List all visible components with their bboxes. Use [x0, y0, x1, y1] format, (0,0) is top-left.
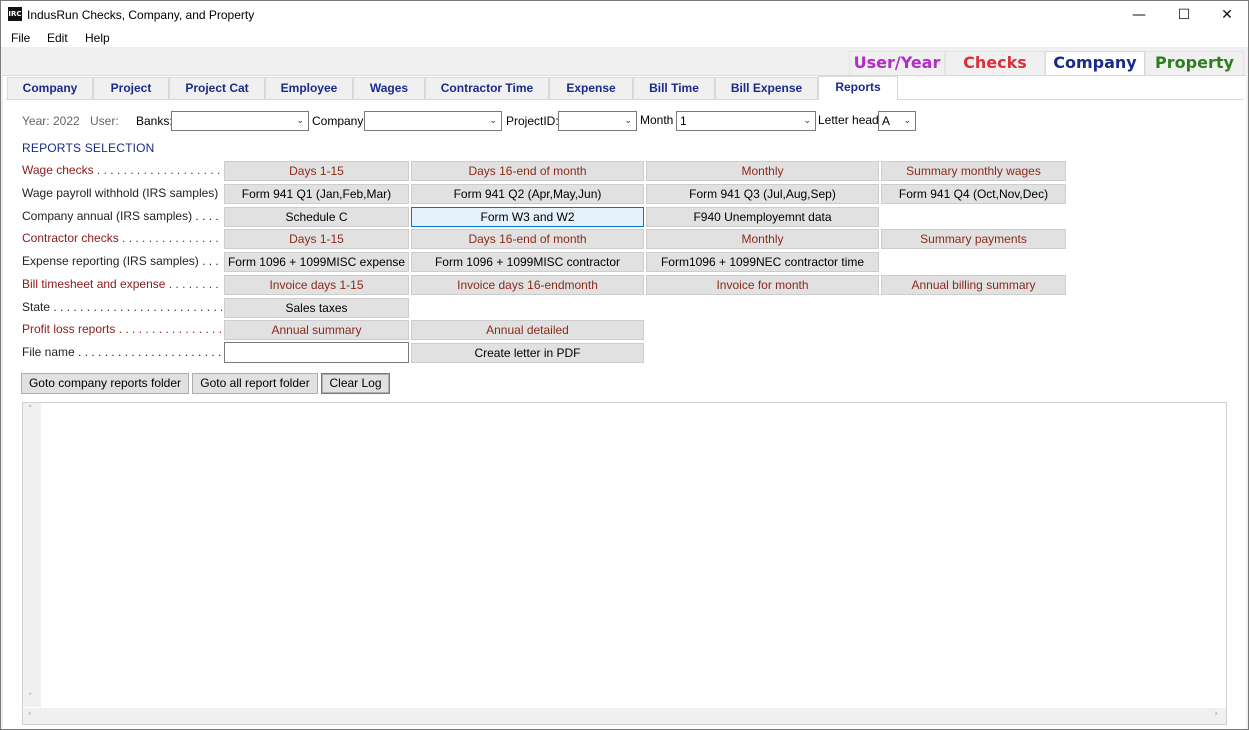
summary-payments-button[interactable]: Summary payments [881, 229, 1066, 249]
subtab-bill-time[interactable]: Bill Time [633, 77, 715, 99]
project-id-select[interactable]: ⌄ [558, 111, 637, 131]
f940-unemployment-button[interactable]: F940 Unemployemnt data [646, 207, 879, 227]
title-bar: IRC IndusRun Checks, Company, and Proper… [1, 1, 1248, 29]
wage-monthly-button[interactable]: Monthly [646, 161, 879, 181]
subtab-contractor-time[interactable]: Contractor Time [425, 77, 549, 99]
subtab-reports[interactable]: Reports [818, 76, 898, 100]
form-1096-1099nec-button[interactable]: Form1096 + 1099NEC contractor time [646, 252, 879, 272]
scroll-left-icon[interactable]: ‹ [28, 709, 32, 719]
form-941-q1-button[interactable]: Form 941 Q1 (Jan,Feb,Mar) [224, 184, 409, 204]
subtab-project-cat[interactable]: Project Cat [169, 77, 265, 99]
contractor-days-16-end-button[interactable]: Days 16-end of month [411, 229, 644, 249]
menu-bar: File Edit Help [1, 29, 1248, 47]
minimize-icon[interactable]: — [1116, 1, 1162, 29]
app-logo-icon: IRC [8, 7, 22, 21]
subtab-wages[interactable]: Wages [353, 77, 425, 99]
main-area: User/Year Checks Company Property Compan… [1, 47, 1248, 729]
wage-days-1-15-button[interactable]: Days 1-15 [224, 161, 409, 181]
user-label: User: [90, 114, 119, 128]
wage-days-16-end-button[interactable]: Days 16-end of month [411, 161, 644, 181]
subtab-expense[interactable]: Expense [549, 77, 633, 99]
file-name-input[interactable] [224, 342, 409, 363]
tab-property[interactable]: Property [1145, 51, 1244, 75]
company-select[interactable]: ⌄ [364, 111, 502, 131]
contractor-monthly-button[interactable]: Monthly [646, 229, 879, 249]
subtab-divider [6, 99, 1244, 100]
menu-help[interactable]: Help [85, 31, 110, 45]
subtab-bill-expense[interactable]: Bill Expense [715, 77, 818, 99]
goto-company-reports-folder-button[interactable]: Goto company reports folder [21, 373, 189, 394]
subtab-company[interactable]: Company [7, 77, 93, 99]
chevron-down-icon: ⌄ [624, 116, 632, 126]
form-941-q2-button[interactable]: Form 941 Q2 (Apr,May,Jun) [411, 184, 644, 204]
scroll-right-icon[interactable]: › [1214, 709, 1218, 719]
chevron-down-icon: ⌄ [296, 116, 304, 126]
row-label-wage-payroll: Wage payroll withhold (IRS samples) . . [22, 186, 222, 200]
tab-checks[interactable]: Checks [945, 51, 1045, 75]
schedule-c-button[interactable]: Schedule C [224, 207, 409, 227]
goto-all-report-folder-button[interactable]: Goto all report folder [192, 373, 318, 394]
scroll-down-icon[interactable]: ˅ [28, 693, 33, 703]
log-vertical-scrollbar[interactable]: ˄ ˅ [23, 403, 41, 707]
menu-file[interactable]: File [11, 31, 30, 45]
sales-taxes-button[interactable]: Sales taxes [224, 298, 409, 318]
row-label-expense-reporting: Expense reporting (IRS samples) . . . . … [22, 254, 222, 268]
project-id-label: ProjectID: [506, 114, 559, 128]
row-label-profit-loss: Profit loss reports . . . . . . . . . . … [22, 322, 222, 336]
month-select-value: 1 [680, 114, 687, 128]
subtab-project[interactable]: Project [93, 77, 169, 99]
month-select[interactable]: 1 ⌄ [676, 111, 816, 131]
banks-label: Banks: [136, 114, 173, 128]
row-label-company-annual: Company annual (IRS samples) . . . . . .… [22, 209, 222, 223]
scroll-up-icon[interactable]: ˄ [28, 405, 33, 415]
form-w3-w2-button[interactable]: Form W3 and W2 [411, 207, 644, 227]
invoice-month-button[interactable]: Invoice for month [646, 275, 879, 295]
chevron-down-icon: ⌄ [803, 116, 811, 126]
chevron-down-icon: ⌄ [489, 116, 497, 126]
row-label-state: State . . . . . . . . . . . . . . . . . … [22, 300, 222, 314]
clear-log-button[interactable]: Clear Log [321, 373, 390, 394]
tab-company[interactable]: Company [1045, 51, 1145, 76]
letter-head-select[interactable]: A ⌄ [878, 111, 916, 131]
log-textarea[interactable]: ˄ ˅ ‹ › [22, 402, 1227, 725]
tab-user-year[interactable]: User/Year [849, 51, 945, 75]
form-941-q4-button[interactable]: Form 941 Q4 (Oct,Nov,Dec) [881, 184, 1066, 204]
form-1096-1099misc-contractor-button[interactable]: Form 1096 + 1099MISC contractor expense [411, 252, 644, 287]
app-window: IRC IndusRun Checks, Company, and Proper… [0, 0, 1249, 730]
letter-head-label: Letter head [818, 113, 879, 127]
annual-summary-button[interactable]: Annual summary [224, 320, 409, 340]
maximize-icon[interactable]: ☐ [1161, 1, 1207, 29]
chevron-down-icon: ⌄ [903, 116, 911, 126]
company-panel: Company Project Project Cat Employee Wag… [3, 75, 1246, 729]
close-icon[interactable]: ✕ [1204, 1, 1248, 29]
annual-detailed-button[interactable]: Annual detailed [411, 320, 644, 340]
row-label-file-name: File name . . . . . . . . . . . . . . . … [22, 345, 222, 359]
create-letter-pdf-button[interactable]: Create letter in PDF [411, 343, 644, 363]
row-label-bill-timesheet: Bill timesheet and expense . . . . . . .… [22, 277, 222, 291]
subtab-employee[interactable]: Employee [265, 77, 353, 99]
month-label: Month [640, 113, 674, 127]
window-title: IndusRun Checks, Company, and Property [27, 8, 255, 22]
summary-monthly-wages-button[interactable]: Summary monthly wages [881, 161, 1066, 181]
invoice-days-16-end-button[interactable]: Invoice days 16-endmonth [411, 275, 644, 295]
year-value: 2022 [53, 114, 80, 128]
contractor-days-1-15-button[interactable]: Days 1-15 [224, 229, 409, 249]
section-title: REPORTS SELECTION [22, 141, 155, 155]
log-horizontal-scrollbar[interactable]: ‹ › [23, 708, 1226, 724]
company-label: Company [312, 114, 364, 128]
row-label-wage-checks: Wage checks . . . . . . . . . . . . . . … [22, 163, 222, 177]
form-941-q3-button[interactable]: Form 941 Q3 (Jul,Aug,Sep) [646, 184, 879, 204]
annual-billing-summary-button[interactable]: Annual billing summary [881, 275, 1066, 295]
menu-edit[interactable]: Edit [47, 31, 68, 45]
banks-select[interactable]: ⌄ [171, 111, 309, 131]
form-1096-1099misc-expense-button[interactable]: Form 1096 + 1099MISC expense [224, 252, 409, 272]
invoice-days-1-15-button[interactable]: Invoice days 1-15 [224, 275, 409, 295]
letter-head-select-value: A [882, 114, 891, 128]
row-label-contractor-checks: Contractor checks . . . . . . . . . . . … [22, 231, 222, 245]
year-label: Year: [22, 114, 50, 128]
